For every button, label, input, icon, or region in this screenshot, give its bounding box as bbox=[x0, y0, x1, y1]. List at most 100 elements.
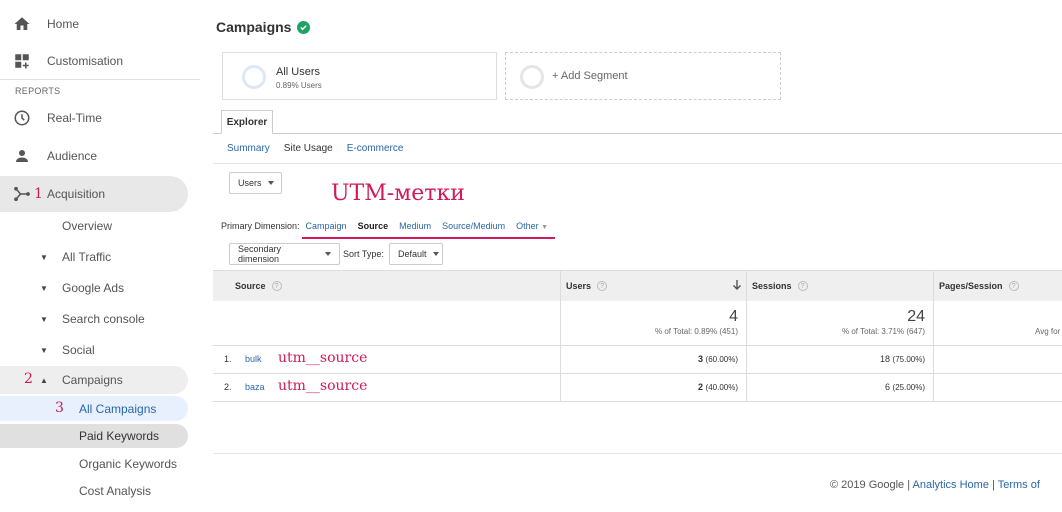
nav-all-campaigns[interactable]: 3 All Campaigns bbox=[0, 396, 188, 421]
nav-cost-analysis[interactable]: Cost Analysis bbox=[0, 479, 200, 503]
row-users-pct: (40.00%) bbox=[705, 383, 738, 392]
nav-audience-label: Audience bbox=[47, 149, 98, 163]
row-sessions-value: 18 bbox=[880, 354, 891, 364]
segment-all-users-label: All Users bbox=[276, 66, 321, 78]
secondary-dimension-select[interactable]: Secondary dimension bbox=[229, 243, 340, 265]
nav-home[interactable]: Home bbox=[0, 6, 200, 42]
annotation-marker-1: 1 bbox=[34, 186, 43, 202]
row-users-pct: (60.00%) bbox=[705, 355, 738, 364]
reports-header: REPORTS bbox=[15, 86, 61, 96]
column-header-sessions[interactable]: Sessions? bbox=[747, 270, 934, 301]
segment-ring-icon bbox=[520, 65, 544, 89]
tab-divider bbox=[213, 133, 1062, 134]
nav-all-traffic-label: All Traffic bbox=[62, 250, 112, 264]
nav-paid-keywords-label: Paid Keywords bbox=[79, 429, 160, 443]
nav-audience[interactable]: Audience bbox=[0, 138, 200, 174]
add-segment-button[interactable]: + Add Segment bbox=[505, 52, 781, 100]
verified-check-icon bbox=[297, 20, 311, 34]
totals-users-value: 4 bbox=[729, 308, 738, 325]
segment-ring-icon bbox=[242, 65, 266, 89]
table-bottom-divider bbox=[213, 453, 1062, 454]
nav-all-campaigns-label: All Campaigns bbox=[79, 401, 157, 416]
nav-acquisition[interactable]: 1 Acquisition bbox=[0, 176, 188, 212]
row-sessions-value: 6 bbox=[885, 382, 891, 392]
help-icon[interactable]: ? bbox=[797, 281, 808, 291]
acquisition-icon bbox=[12, 184, 32, 204]
chevron-down-icon bbox=[267, 181, 274, 185]
totals-sessions-value: 24 bbox=[907, 308, 925, 325]
dashboard-icon bbox=[12, 51, 32, 71]
nav-overview-label: Overview bbox=[62, 219, 113, 233]
add-segment-label: + Add Segment bbox=[552, 70, 628, 82]
terms-link[interactable]: Terms of bbox=[998, 479, 1040, 491]
chevron-down-icon bbox=[325, 252, 331, 256]
sort-type-select[interactable]: Default bbox=[389, 243, 443, 265]
metric-select-value: Users bbox=[238, 178, 262, 188]
tab-explorer[interactable]: Explorer bbox=[221, 110, 273, 134]
nav-social[interactable]: ▼ Social bbox=[0, 337, 200, 363]
page-title-text: Campaigns bbox=[216, 19, 292, 35]
dimension-medium[interactable]: Medium bbox=[399, 221, 431, 231]
row-sessions-cell: 6 (25.00%) bbox=[747, 374, 934, 401]
dimension-source-medium[interactable]: Source/Medium bbox=[442, 221, 505, 231]
segment-all-users[interactable]: All Users 0.89% Users bbox=[222, 52, 497, 100]
totals-users-pct: % of Total: 0.89% (451) bbox=[654, 327, 738, 336]
sort-descending-icon[interactable] bbox=[732, 279, 742, 293]
table-row: 1. bulk utm__source bbox=[213, 346, 561, 373]
metric-select[interactable]: Users bbox=[229, 172, 282, 194]
row-users-cell: 2 (40.00%) bbox=[561, 374, 747, 401]
subtab-ecommerce[interactable]: E-commerce bbox=[347, 143, 404, 154]
nav-campaigns[interactable]: 2 ▲ Campaigns bbox=[0, 366, 188, 394]
sidebar: Home Customisation REPORTS Real-Time Aud… bbox=[0, 0, 200, 512]
nav-acquisition-label: Acquisition bbox=[47, 187, 106, 201]
subtab-divider bbox=[213, 163, 1062, 164]
totals-sessions-cell: 24 % of Total: 3.71% (647) bbox=[747, 301, 934, 346]
primary-dimension-label: Primary Dimension: bbox=[221, 221, 300, 231]
analytics-home-link[interactable]: Analytics Home bbox=[913, 479, 989, 491]
column-header-source[interactable]: Source? bbox=[213, 270, 561, 301]
nav-realtime[interactable]: Real-Time bbox=[0, 100, 200, 136]
nav-paid-keywords[interactable]: Paid Keywords bbox=[0, 424, 188, 448]
totals-pages-avg: Avg for bbox=[1035, 327, 1061, 336]
nav-overview[interactable]: Overview bbox=[0, 213, 200, 239]
totals-users-cell: 4 % of Total: 0.89% (451) bbox=[561, 301, 747, 346]
help-icon[interactable]: ? bbox=[271, 281, 282, 291]
table-row: 2. baza utm__source bbox=[213, 374, 561, 401]
column-header-users[interactable]: Users? bbox=[561, 270, 747, 301]
nav-campaigns-label: Campaigns bbox=[62, 373, 123, 387]
page-title: Campaigns bbox=[216, 19, 311, 35]
utm-annotation-title: UTM-метки bbox=[331, 181, 465, 206]
dimension-campaign[interactable]: Campaign bbox=[306, 221, 347, 231]
nav-customisation[interactable]: Customisation bbox=[0, 43, 200, 79]
nav-organic-keywords[interactable]: Organic Keywords bbox=[0, 452, 200, 476]
row-users-cell: 3 (60.00%) bbox=[561, 346, 747, 373]
dimension-other[interactable]: Other ▼ bbox=[516, 221, 548, 231]
person-icon bbox=[12, 146, 32, 166]
column-header-pages-session[interactable]: Pages/Session? bbox=[934, 270, 1062, 301]
nav-search-console[interactable]: ▼ Search console bbox=[0, 306, 200, 332]
main-content: Campaigns All Users 0.89% Users + Add Se… bbox=[200, 0, 1062, 512]
subtab-summary[interactable]: Summary bbox=[227, 143, 270, 154]
nav-all-traffic[interactable]: ▼ All Traffic bbox=[0, 244, 200, 270]
nav-google-ads[interactable]: ▼ Google Ads bbox=[0, 275, 200, 301]
row-divider bbox=[213, 401, 1062, 402]
column-header-users-label: Users bbox=[566, 281, 592, 291]
annotation-underline bbox=[302, 237, 555, 239]
nav-home-label: Home bbox=[47, 17, 80, 31]
help-icon[interactable]: ? bbox=[597, 281, 608, 291]
row-source-link[interactable]: baza bbox=[245, 382, 265, 392]
subtab-site-usage[interactable]: Site Usage bbox=[284, 143, 333, 154]
collapse-arrow-icon: ▲ bbox=[40, 375, 48, 385]
segment-all-users-sub: 0.89% Users bbox=[276, 81, 322, 90]
nav-cost-analysis-label: Cost Analysis bbox=[79, 484, 152, 498]
utm-source-annotation: utm__source bbox=[278, 350, 368, 366]
row-sessions-pct: (75.00%) bbox=[892, 355, 925, 364]
row-sessions-pct: (25.00%) bbox=[892, 383, 925, 392]
row-source-link[interactable]: bulk bbox=[245, 354, 262, 364]
dimension-source[interactable]: Source bbox=[358, 221, 389, 231]
help-icon[interactable]: ? bbox=[1008, 281, 1019, 291]
nav-customisation-label: Customisation bbox=[47, 54, 124, 68]
expand-arrow-icon: ▼ bbox=[40, 314, 48, 324]
nav-organic-keywords-label: Organic Keywords bbox=[79, 457, 178, 471]
row-number: 2. bbox=[224, 382, 232, 392]
